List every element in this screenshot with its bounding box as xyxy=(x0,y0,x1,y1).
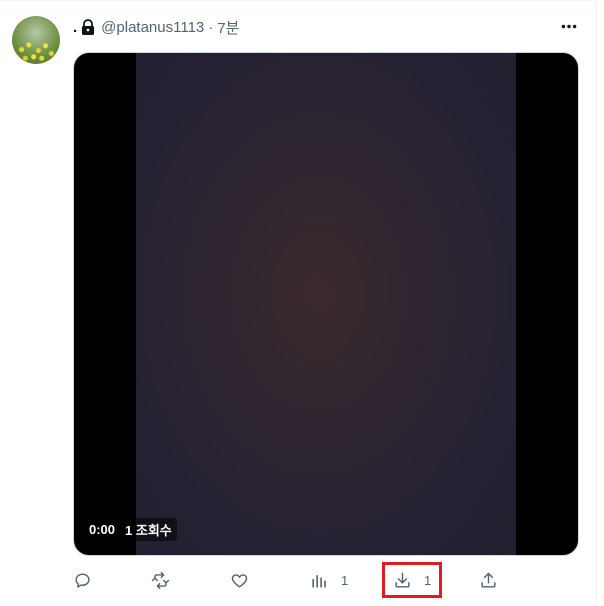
download-count: 1 xyxy=(424,572,432,588)
more-options-button[interactable] xyxy=(556,15,582,37)
download-button[interactable]: 1 xyxy=(393,564,431,596)
video-view-count: 1 조회수 xyxy=(125,523,172,538)
user-handle[interactable]: @platanus1113 xyxy=(101,19,204,36)
download-icon xyxy=(395,572,410,588)
more-horizontal-icon xyxy=(561,24,577,28)
lock-icon xyxy=(81,19,95,35)
retweet-button[interactable] xyxy=(151,564,182,596)
video-player[interactable]: 0:00 1 조회수 xyxy=(73,52,579,556)
tweet-actions-bar: 1 1 xyxy=(73,564,513,596)
video-frame[interactable] xyxy=(136,53,516,555)
views-count: 1 xyxy=(341,572,349,588)
share-button[interactable] xyxy=(479,564,510,596)
reply-button[interactable] xyxy=(73,564,104,596)
avatar-image xyxy=(12,16,60,64)
tweet-card[interactable]: . @platanus1113 · 7분 0:00 1 조회수 1 1 xyxy=(0,0,597,604)
share-icon xyxy=(481,572,496,588)
views-button[interactable]: 1 xyxy=(310,564,348,596)
separator-dot: · xyxy=(208,18,214,36)
heart-icon xyxy=(231,573,248,588)
video-info-overlay: 0:00 1 조회수 xyxy=(84,518,177,541)
reply-icon xyxy=(75,572,90,588)
video-timestamp: 0:00 xyxy=(89,522,116,537)
retweet-icon xyxy=(151,571,170,589)
display-name[interactable]: . xyxy=(73,19,77,36)
like-button[interactable] xyxy=(230,564,261,596)
tweet-header: . @platanus1113 · 7분 xyxy=(73,17,239,37)
avatar[interactable] xyxy=(12,16,60,64)
analytics-icon xyxy=(312,574,326,588)
tweet-time[interactable]: 7분 xyxy=(217,17,239,38)
